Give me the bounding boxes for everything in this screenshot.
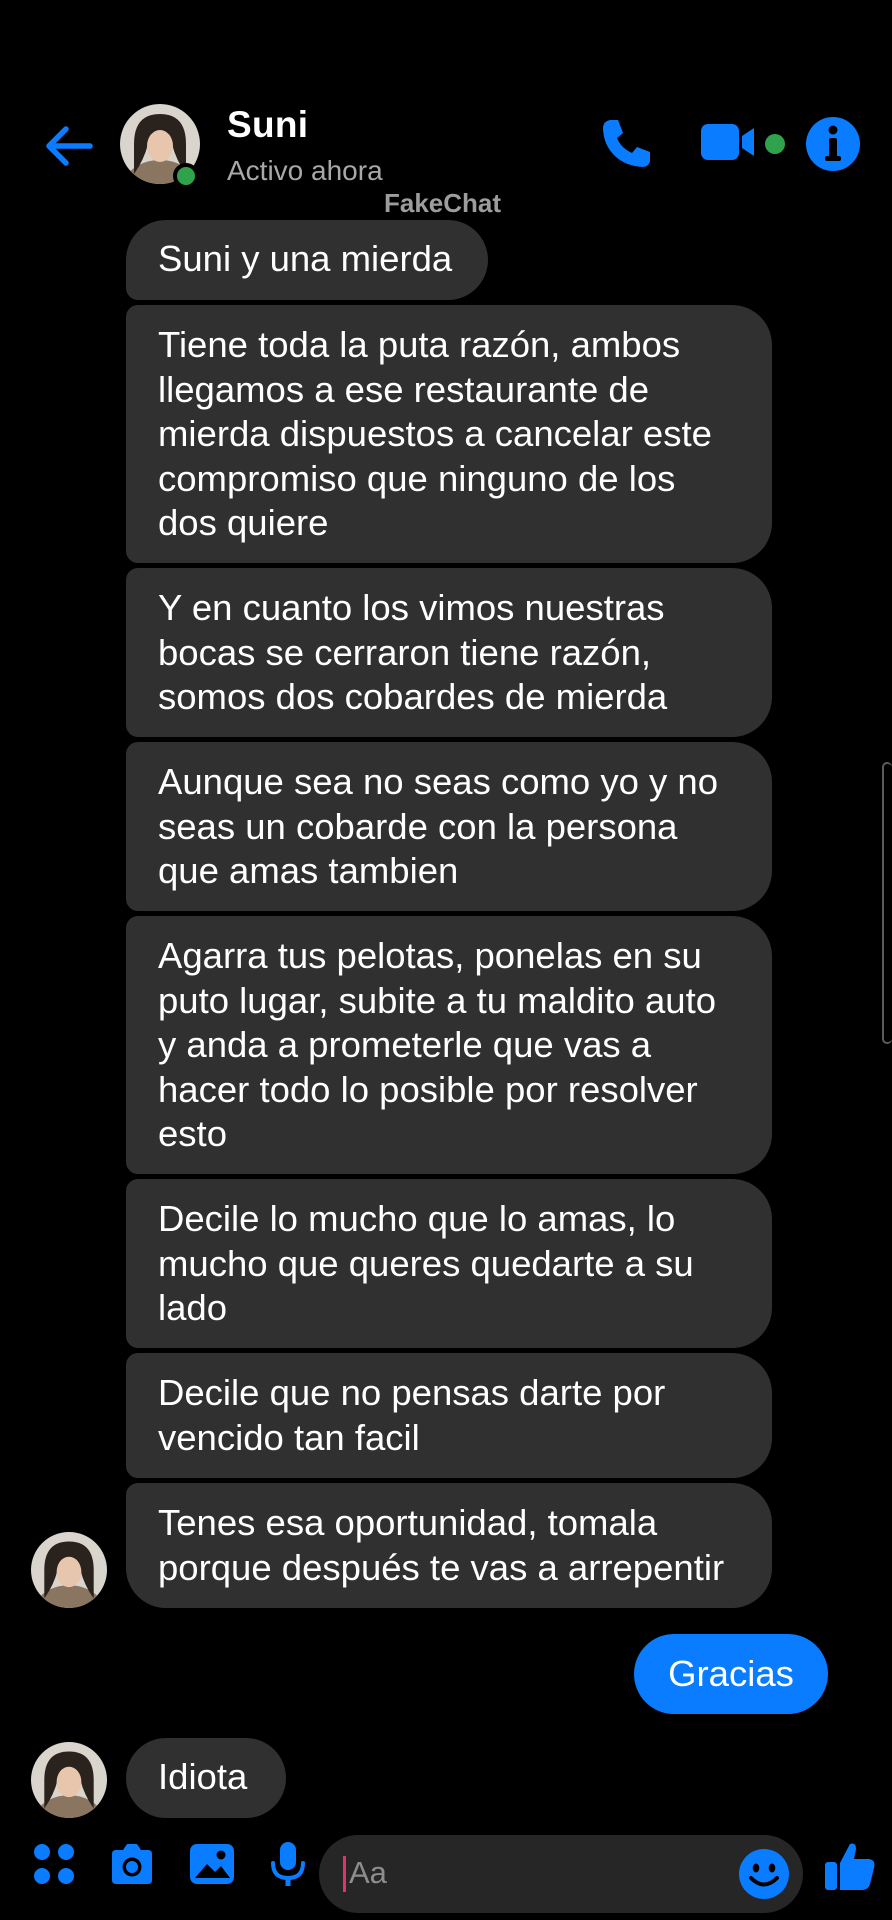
message-input-placeholder: Aa — [349, 1855, 387, 1890]
camera-icon[interactable] — [106, 1838, 158, 1890]
text-caret — [343, 1856, 346, 1892]
back-arrow-icon[interactable] — [40, 118, 96, 174]
sender-avatar[interactable] — [31, 1532, 107, 1608]
smiley-icon[interactable] — [737, 1847, 791, 1901]
video-camera-icon[interactable] — [698, 116, 788, 172]
received-message[interactable]: Suni y una mierda — [126, 220, 488, 300]
message-input[interactable]: Aa — [319, 1835, 803, 1913]
received-message[interactable]: Decile que no pensas darte por vencido t… — [126, 1353, 772, 1478]
received-message[interactable]: Tenes esa oportunidad, tomala porque des… — [126, 1483, 772, 1608]
received-message[interactable]: Agarra tus pelotas, ponelas en su puto l… — [126, 916, 772, 1174]
received-message[interactable]: Tiene toda la puta razón, ambos llegamos… — [126, 305, 772, 563]
sent-message[interactable]: Gracias — [634, 1634, 828, 1714]
microphone-icon[interactable] — [262, 1838, 314, 1890]
received-message[interactable]: Y en cuanto los vimos nuestras bocas se … — [126, 568, 772, 737]
image-icon[interactable] — [186, 1838, 238, 1890]
contact-status: Activo ahora — [227, 155, 383, 186]
scrollbar[interactable] — [882, 762, 892, 1044]
contact-name[interactable]: Suni — [227, 104, 308, 146]
online-status-dot — [173, 163, 199, 189]
phone-icon[interactable] — [596, 114, 656, 174]
four-dots-icon[interactable] — [28, 1838, 80, 1890]
received-message[interactable]: Decile lo mucho que lo amas, lo mucho qu… — [126, 1179, 772, 1348]
received-message[interactable]: Idiota — [126, 1738, 286, 1818]
sender-avatar[interactable] — [31, 1742, 107, 1818]
received-message[interactable]: Aunque sea no seas como yo y no seas un … — [126, 742, 772, 911]
watermark-text: FakeChat — [384, 188, 502, 218]
thumbs-up-icon[interactable] — [822, 1838, 878, 1894]
info-icon[interactable] — [804, 115, 862, 173]
